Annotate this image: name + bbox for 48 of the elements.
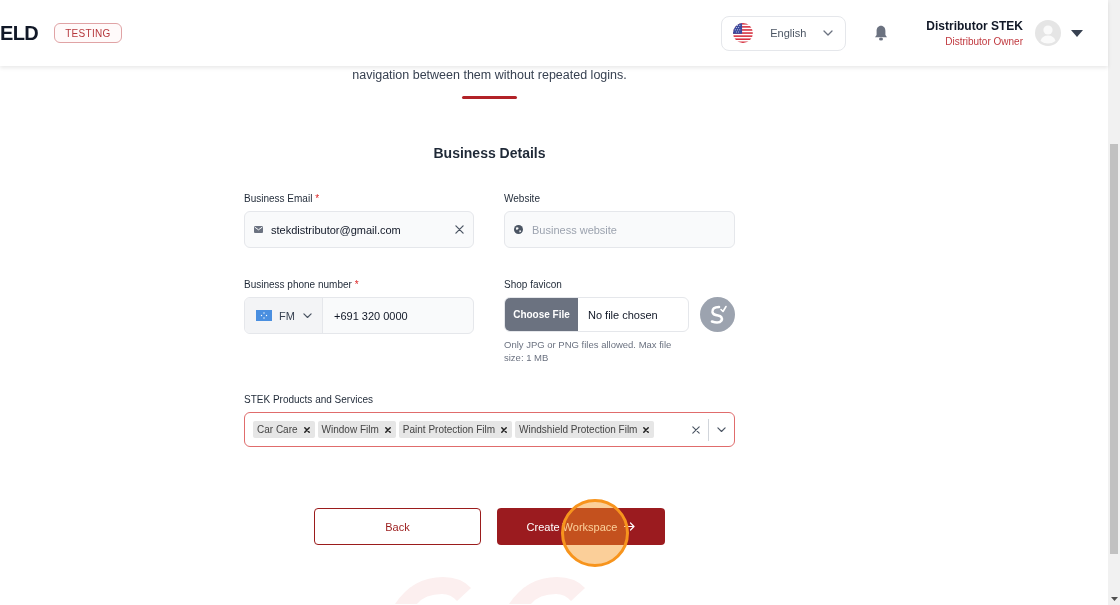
- scrollbar-thumb[interactable]: [1110, 144, 1118, 554]
- language-select[interactable]: English: [721, 15, 847, 51]
- product-tag[interactable]: Window Film: [317, 421, 396, 438]
- logo-text: ELD: [0, 23, 39, 43]
- globe-icon: [514, 225, 523, 234]
- choose-file-button[interactable]: Choose File: [505, 298, 578, 331]
- clear-all-icon[interactable]: [692, 425, 700, 434]
- file-hint-text: Only JPG or PNG files allowed. Max file size: 1 MB: [504, 338, 673, 364]
- phone-field[interactable]: FM +691 320 0000: [244, 297, 474, 334]
- country-select[interactable]: FM: [245, 298, 323, 333]
- scroll-down-arrow-icon[interactable]: [1110, 597, 1118, 601]
- product-tag[interactable]: Windshield Protection Film: [515, 421, 655, 438]
- section-title: Business Details: [432, 144, 547, 163]
- remove-tag-icon[interactable]: [384, 426, 391, 433]
- user-role: Distributor Owner: [945, 34, 1023, 48]
- product-tag[interactable]: Paint Protection Film: [398, 421, 513, 438]
- phone-number-input[interactable]: +691 320 0000: [334, 305, 464, 326]
- clear-icon[interactable]: [455, 225, 464, 234]
- website-input[interactable]: Business website: [532, 219, 725, 240]
- field-label: STEK Products and Services: [244, 393, 373, 407]
- products-multiselect[interactable]: Car Care Window Film Paint Protection Film Windshield Protection Film: [244, 412, 735, 447]
- dropdown-chevron-icon[interactable]: [717, 426, 726, 433]
- create-workspace-button[interactable]: Create Workspace: [497, 508, 665, 545]
- arrow-right-icon: [624, 522, 636, 531]
- favicon-preview-icon: [700, 297, 735, 332]
- back-button[interactable]: Back: [314, 508, 481, 545]
- mail-icon: [254, 226, 263, 233]
- website-field[interactable]: Business website: [504, 211, 735, 248]
- chevron-down-icon[interactable]: [303, 312, 312, 319]
- environment-badge: TESTING: [54, 23, 122, 43]
- field-label: Shop favicon: [504, 278, 562, 292]
- notification-bell-icon[interactable]: [874, 25, 889, 41]
- remove-tag-icon[interactable]: [643, 426, 650, 433]
- remove-tag-icon[interactable]: [501, 426, 508, 433]
- email-input[interactable]: stekdistributor@gmail.com: [271, 219, 447, 240]
- file-input[interactable]: Choose File No file chosen: [504, 297, 689, 332]
- email-field[interactable]: stekdistributor@gmail.com: [244, 211, 474, 248]
- file-status-text: No file chosen: [587, 307, 658, 323]
- field-label: Website: [504, 192, 540, 206]
- field-label: Business Email *: [244, 192, 320, 206]
- product-tag[interactable]: Car Care: [253, 421, 315, 438]
- country-flag-icon: [256, 310, 272, 321]
- user-menu-caret-icon[interactable]: [1071, 29, 1083, 37]
- intro-text: navigation between them without repeated logins.: [351, 67, 628, 84]
- remove-tag-icon[interactable]: [303, 426, 310, 433]
- field-label: Business phone number *: [244, 278, 359, 292]
- chevron-down-icon[interactable]: [823, 30, 834, 36]
- user-name: Distributor STEK: [926, 18, 1023, 34]
